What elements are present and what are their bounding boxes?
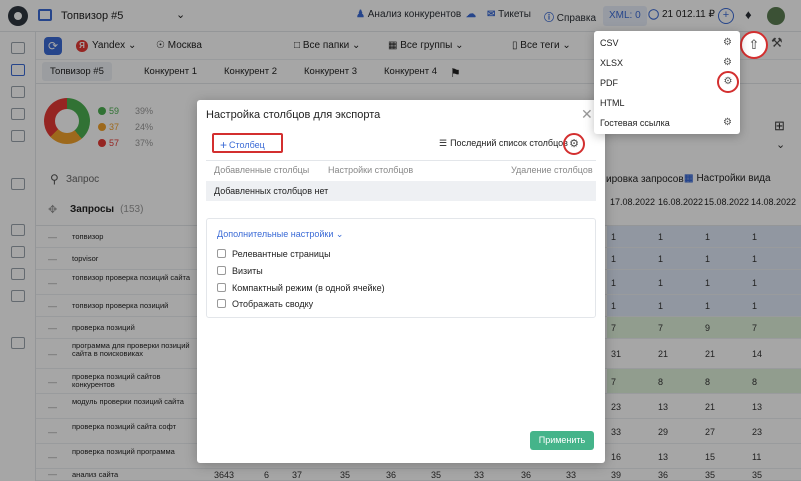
advanced-settings-toggle[interactable]: Дополнительные настройки ⌄ bbox=[217, 229, 343, 240]
export-pdf-item[interactable]: PDF bbox=[600, 78, 618, 88]
export-upload-icon[interactable]: ⇧ bbox=[740, 31, 768, 59]
divider bbox=[206, 160, 596, 161]
column-header-delete: Удаление столбцов bbox=[511, 165, 593, 175]
checkbox-visits[interactable]: Визиты bbox=[217, 266, 263, 276]
column-header-added: Добавленные столбцы bbox=[214, 165, 310, 175]
gear-icon[interactable]: ⚙ bbox=[723, 57, 732, 68]
gear-icon[interactable]: ⚙ bbox=[563, 133, 585, 155]
export-xlsx-item[interactable]: XLSX bbox=[600, 58, 623, 68]
checkbox-relevant-pages[interactable]: Релевантные страницы bbox=[217, 249, 331, 259]
checkbox-compact-mode[interactable]: Компактный режим (в одной ячейке) bbox=[217, 283, 385, 293]
column-header-settings: Настройки столбцов bbox=[328, 165, 414, 175]
export-columns-modal: Настройка столбцов для экспорта ✕ + Столб… bbox=[197, 100, 605, 463]
plus-icon: + bbox=[220, 138, 228, 152]
close-icon[interactable]: ✕ bbox=[581, 106, 593, 123]
empty-columns-message: Добавленных столбцов нет bbox=[206, 181, 596, 201]
export-format-dropdown: CSV ⚙ XLSX ⚙ PDF ⚙ HTML Гостевая ссылка … bbox=[594, 31, 740, 134]
export-guest-link-item[interactable]: Гостевая ссылка bbox=[600, 118, 670, 128]
tools-icon[interactable]: ⚒ bbox=[771, 35, 783, 51]
gear-icon[interactable]: ⚙ bbox=[717, 71, 739, 93]
last-columns-list-button[interactable]: ☰ Последний список столбцов bbox=[439, 138, 568, 149]
gear-icon[interactable]: ⚙ bbox=[723, 37, 732, 48]
chevron-down-icon: ⌄ bbox=[335, 229, 344, 239]
export-html-item[interactable]: HTML bbox=[600, 98, 625, 108]
modal-title: Настройка столбцов для экспорта bbox=[206, 109, 381, 121]
gear-icon[interactable]: ⚙ bbox=[723, 117, 732, 128]
export-csv-item[interactable]: CSV bbox=[600, 38, 619, 48]
list-icon: ☰ bbox=[439, 138, 448, 148]
add-column-button[interactable]: + Столбец bbox=[212, 133, 283, 153]
checkbox-show-summary[interactable]: Отображать сводку bbox=[217, 299, 313, 309]
advanced-settings-panel: Дополнительные настройки ⌄ Релевантные с… bbox=[206, 218, 596, 318]
apply-button[interactable]: Применить bbox=[530, 431, 594, 450]
